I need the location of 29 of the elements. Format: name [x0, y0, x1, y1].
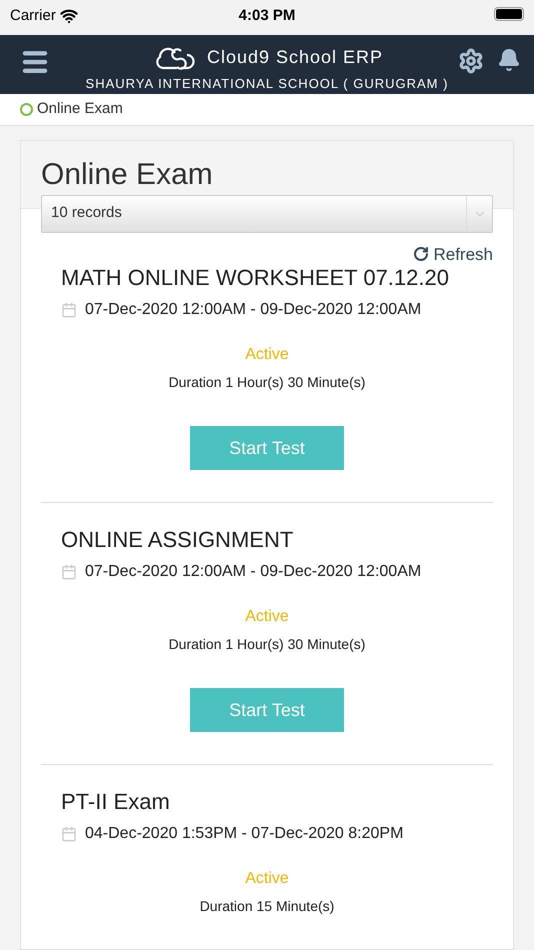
wifi-icon — [60, 7, 78, 26]
calendar-icon — [61, 564, 77, 580]
records-select[interactable]: 10 records — [41, 194, 493, 232]
settings-button[interactable] — [458, 48, 484, 74]
exam-duration: Duration 15 Minute(s) — [200, 897, 334, 916]
exam-dates: 04-Dec-2020 1:53PM - 07-Dec-2020 8:20PM — [85, 824, 404, 844]
carrier-label: Carrier — [10, 6, 56, 26]
status-ring-icon — [20, 102, 33, 116]
exam-status: Active — [245, 869, 289, 889]
breadcrumb: Online Exam — [37, 98, 123, 119]
exam-title: MATH ONLINE WORKSHEET 07.12.20 — [61, 265, 450, 291]
exam-status: Active — [245, 607, 289, 627]
clock: 4:03 PM — [238, 6, 296, 26]
battery-icon — [494, 7, 524, 21]
exam-dates: 07-Dec-2020 12:00AM - 09-Dec-2020 12:00AM — [85, 562, 422, 582]
calendar-icon — [61, 826, 77, 842]
refresh-button[interactable]: Refresh — [413, 242, 493, 267]
app-name: Cloud9 School ERP — [206, 46, 384, 70]
calendar-icon — [61, 302, 77, 318]
panel-title: Online Exam — [41, 156, 214, 192]
exam-title: PT-II Exam — [61, 789, 171, 815]
school-name: SHAURYA INTERNATIONAL SCHOOL ( GURUGRAM ) — [86, 75, 448, 94]
notifications-button[interactable] — [497, 48, 521, 72]
exam-duration: Duration 1 Hour(s) 30 Minute(s) — [168, 373, 366, 392]
exam-title: ONLINE ASSIGNMENT — [61, 527, 294, 553]
exam-status: Active — [245, 345, 289, 365]
exam-duration: Duration 1 Hour(s) 30 Minute(s) — [168, 635, 366, 654]
exam-dates: 07-Dec-2020 12:00AM - 09-Dec-2020 12:00AM — [85, 300, 422, 320]
refresh-icon — [413, 246, 430, 262]
